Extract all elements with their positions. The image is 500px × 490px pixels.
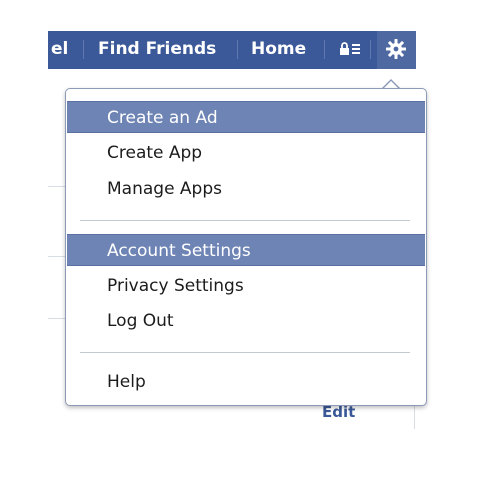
- nav-separator: [83, 40, 84, 59]
- menu-item-log-out[interactable]: Log Out: [67, 305, 425, 337]
- nav-item-home[interactable]: Home: [251, 38, 306, 60]
- account-list-icon[interactable]: [339, 41, 361, 57]
- menu-separator: [80, 352, 410, 353]
- nav-separator: [237, 40, 238, 59]
- menu-item-account-settings[interactable]: Account Settings: [67, 234, 425, 266]
- menu-item-manage-apps[interactable]: Manage Apps: [67, 173, 425, 205]
- top-nav-bar: el Find Friends Home: [48, 31, 416, 69]
- nav-separator: [370, 40, 371, 59]
- nav-separator: [324, 40, 325, 59]
- menu-item-create-ad[interactable]: Create an Ad: [67, 101, 425, 133]
- background-divider: [414, 405, 415, 429]
- nav-item-profile[interactable]: el: [51, 38, 68, 60]
- gear-icon[interactable]: [384, 37, 408, 61]
- menu-item-privacy-settings[interactable]: Privacy Settings: [67, 270, 425, 302]
- nav-item-find-friends[interactable]: Find Friends: [98, 38, 216, 60]
- menu-separator: [80, 220, 410, 221]
- settings-dropdown-menu: Create an Ad Create App Manage Apps Acco…: [65, 88, 427, 406]
- menu-item-help[interactable]: Help: [67, 366, 425, 398]
- menu-item-create-app[interactable]: Create App: [67, 137, 425, 169]
